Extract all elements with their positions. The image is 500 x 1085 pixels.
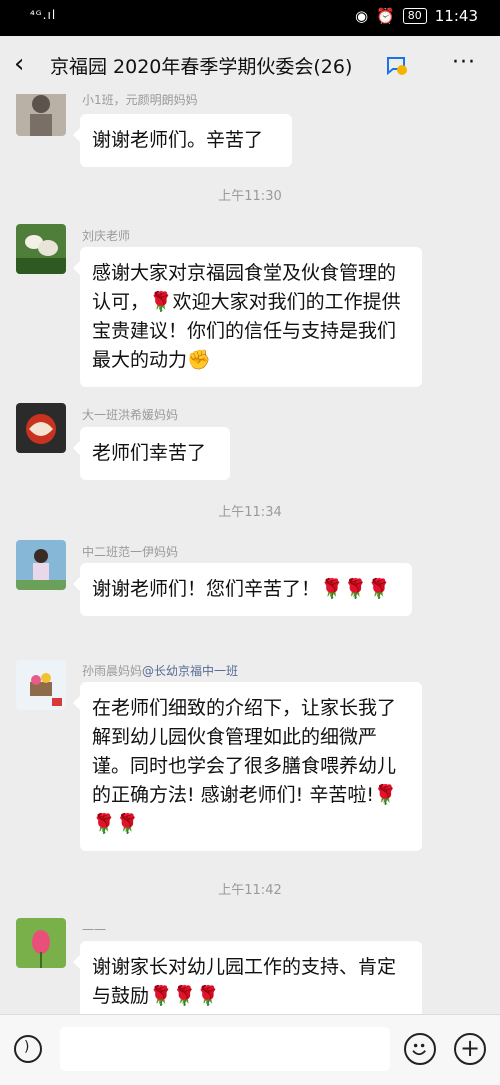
sender-name: 孙雨晨妈妈@长幼京福中一班 bbox=[82, 662, 238, 679]
timestamp: 上午11:30 bbox=[218, 189, 282, 204]
chat-history[interactable]: 小1班，元颜明朗妈妈 谢谢老师们。辛苦了 上午11:30 刘庆老师 感谢大家对京… bbox=[0, 94, 500, 1014]
input-bar: ) + bbox=[0, 1014, 500, 1085]
sender-name: 一一 bbox=[82, 923, 107, 937]
avatar-image bbox=[16, 918, 66, 968]
sender-name: 小1班，元颜明朗妈妈 bbox=[82, 94, 198, 107]
mute-icon bbox=[387, 57, 407, 76]
sender-label: 孙雨晨妈妈 bbox=[82, 664, 143, 678]
battery-indicator: 80 bbox=[402, 8, 427, 24]
timestamp: 上午11:34 bbox=[218, 505, 282, 520]
more-icon[interactable]: ··· bbox=[452, 50, 476, 75]
plus-icon[interactable]: + bbox=[454, 1033, 486, 1065]
message-bubble[interactable]: 老师们幸苦了 bbox=[73, 427, 230, 480]
message-bubble[interactable]: 谢谢老师们！您们辛苦了！🌹🌹🌹 bbox=[73, 563, 412, 616]
status-right: ◉ ⏰ 80 11:43 bbox=[355, 7, 478, 25]
message-bubble[interactable]: 谢谢家长对幼儿园工作的支持、肯定与鼓励🌹🌹🌹 bbox=[73, 941, 422, 1014]
message-bubble[interactable]: 在老师们细致的介绍下，让家长我了解到幼儿园伙食管理如此的细微严谨。同时也学会了很… bbox=[73, 682, 422, 851]
avatar-image bbox=[16, 403, 66, 453]
message-text: 感谢大家对京福园食堂及伙食管理的认可，🌹欢迎大家对我们的工作提供宝贵建议！你们的… bbox=[92, 262, 401, 371]
avatar[interactable] bbox=[16, 660, 66, 710]
voice-icon[interactable]: ) bbox=[14, 1035, 42, 1063]
emoji-icon[interactable] bbox=[404, 1033, 436, 1065]
avatar-image bbox=[16, 660, 66, 710]
avatar[interactable] bbox=[16, 94, 66, 136]
sender-name: 中二班范一伊妈妈 bbox=[82, 545, 179, 559]
avatar[interactable] bbox=[16, 224, 66, 274]
alarm-icon: ⏰ bbox=[376, 7, 395, 25]
avatar[interactable] bbox=[16, 403, 66, 453]
chat-title: 京福园 2020年春季学期伙委会(26) bbox=[50, 56, 353, 78]
avatar-image bbox=[16, 94, 66, 136]
status-bar: ⁴ᴳ.ıl ◉ ⏰ 80 11:43 bbox=[0, 0, 500, 36]
mention-link[interactable]: @长幼京福中一班 bbox=[142, 664, 238, 678]
eye-icon: ◉ bbox=[354, 7, 369, 25]
avatar[interactable] bbox=[16, 918, 66, 968]
message-text: 谢谢老师们。辛苦了 bbox=[92, 129, 264, 151]
message-text: 谢谢老师们！您们辛苦了！🌹🌹🌹 bbox=[92, 578, 391, 600]
timestamp: 上午11:42 bbox=[218, 883, 282, 898]
avatar-image bbox=[16, 540, 66, 590]
signal-indicator: ⁴ᴳ.ıl bbox=[30, 8, 57, 22]
message-text: 老师们幸苦了 bbox=[92, 442, 207, 464]
message-bubble[interactable]: 感谢大家对京福园食堂及伙食管理的认可，🌹欢迎大家对我们的工作提供宝贵建议！你们的… bbox=[73, 247, 422, 387]
clock: 11:43 bbox=[434, 7, 478, 25]
message-text: 谢谢家长对幼儿园工作的支持、肯定与鼓励🌹🌹🌹 bbox=[92, 956, 397, 1007]
avatar[interactable] bbox=[16, 540, 66, 590]
avatar-image bbox=[16, 224, 66, 274]
message-input[interactable] bbox=[60, 1027, 390, 1071]
sender-name: 刘庆老师 bbox=[82, 229, 131, 243]
chat-header: ‹ 京福园 2020年春季学期伙委会(26) ··· bbox=[0, 36, 500, 94]
message-text: 在老师们细致的介绍下，让家长我了解到幼儿园伙食管理如此的细微严谨。同时也学会了很… bbox=[92, 697, 398, 835]
sender-name: 大一班洪希媛妈妈 bbox=[82, 408, 179, 422]
message-bubble[interactable]: 谢谢老师们。辛苦了 bbox=[73, 114, 292, 167]
back-arrow-icon[interactable]: ‹ bbox=[14, 50, 24, 78]
